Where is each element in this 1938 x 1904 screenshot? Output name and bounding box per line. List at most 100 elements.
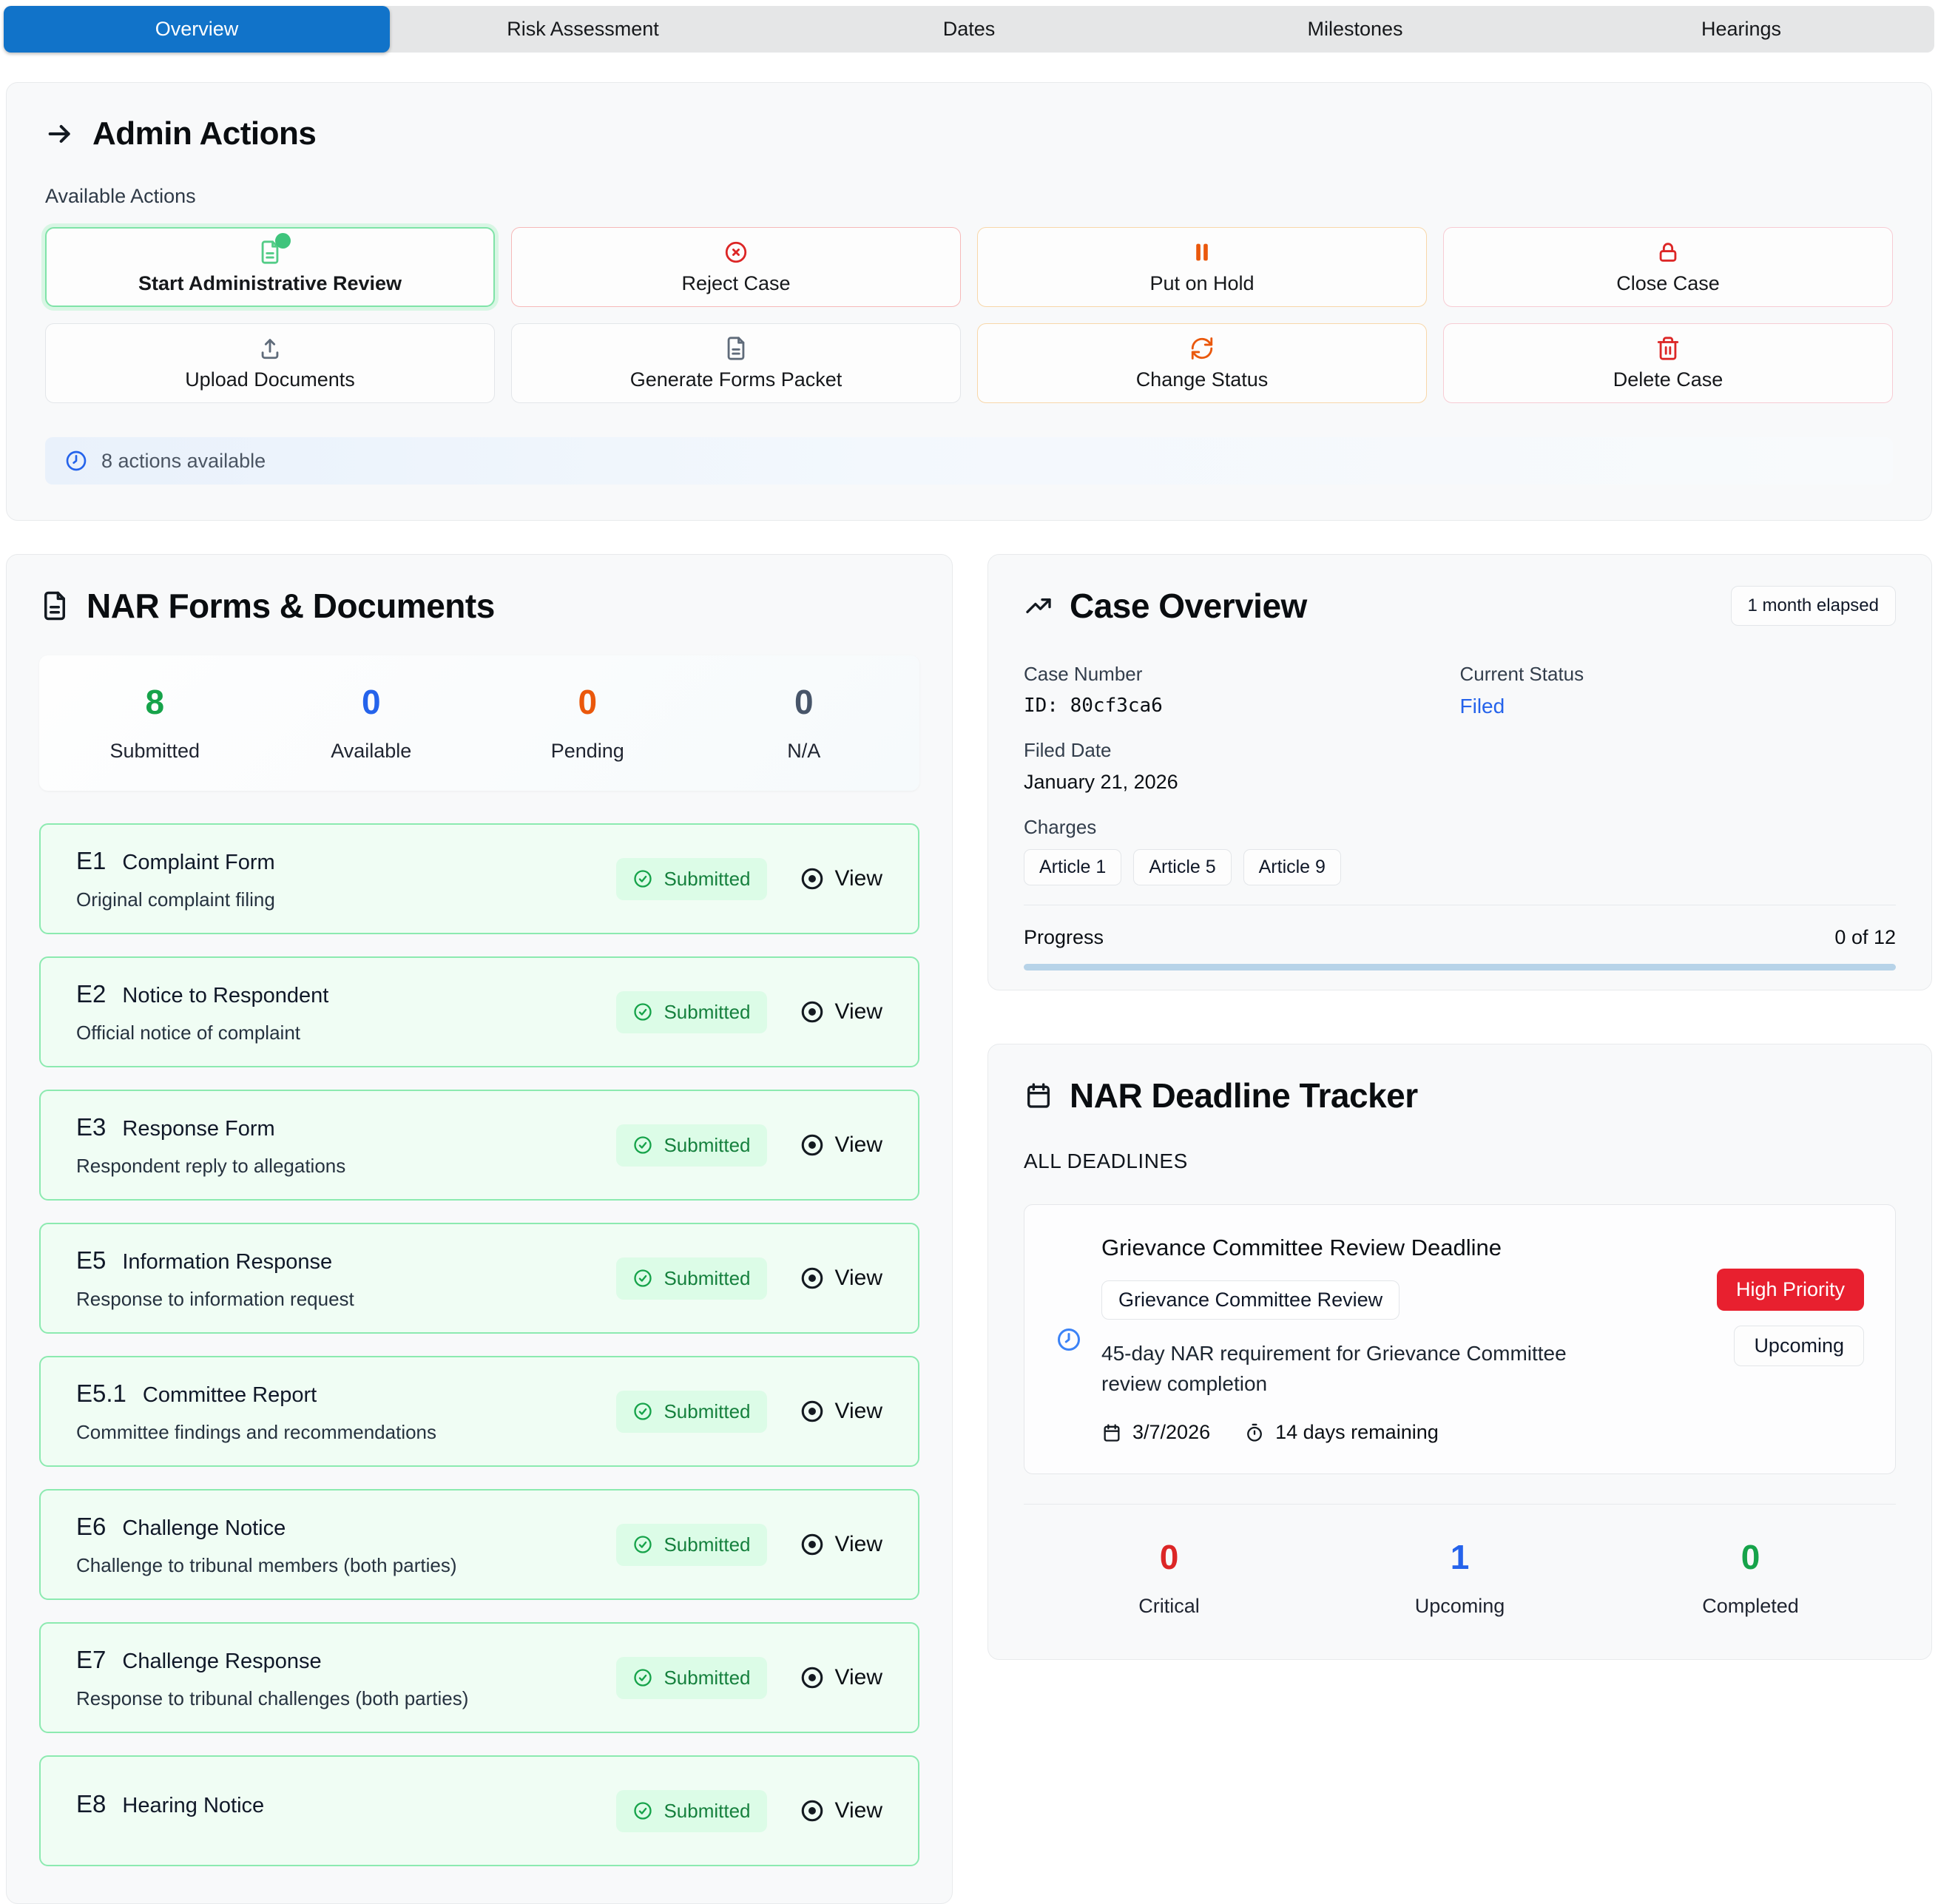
available-actions-label: Available Actions	[45, 185, 196, 207]
submitted-badge: Submitted	[616, 1789, 767, 1832]
reject-case-button[interactable]: Reject Case	[511, 227, 961, 307]
calendar-icon	[1104, 1424, 1120, 1442]
case-number-field: Case Number ID: 80cf3ca6	[1024, 663, 1460, 718]
eye-icon	[801, 1533, 823, 1556]
charges-field: Charges Article 1 Article 5 Article 9	[1024, 816, 1896, 885]
progress-bar	[1024, 964, 1896, 970]
eye-icon	[801, 868, 823, 890]
view-button[interactable]: View	[800, 1132, 882, 1158]
nar-forms-panel: NAR Forms & Documents 8 Submitted 0 Avai…	[6, 554, 953, 1904]
lock-icon	[1655, 240, 1681, 265]
form-row-e7: E7 Challenge Response Response to tribuna…	[39, 1622, 919, 1733]
form-info: E2 Notice to Respondent Official notice o…	[76, 979, 329, 1044]
status-badge: Filed	[1459, 695, 1505, 718]
change-status-button[interactable]: Change Status	[977, 323, 1427, 403]
arrow-right-icon	[48, 125, 70, 143]
form-list: E1 Complaint Form Original complaint fili…	[39, 823, 919, 1866]
admin-actions-title: Admin Actions	[92, 115, 317, 152]
submitted-badge: Submitted	[616, 990, 767, 1033]
view-button[interactable]: View	[800, 999, 882, 1024]
check-circle-icon	[634, 1003, 652, 1021]
file-check-icon	[257, 232, 291, 265]
submitted-badge: Submitted	[616, 1656, 767, 1699]
calendar-icon	[1027, 1083, 1050, 1108]
check-circle-icon	[634, 1269, 652, 1287]
submitted-badge: Submitted	[616, 1124, 767, 1167]
deadline-description: 45-day NAR requirement for Grievance Com…	[1101, 1342, 1567, 1395]
stat-na: 0 N/A	[787, 683, 821, 762]
eye-icon	[801, 1001, 823, 1023]
submitted-badge: Submitted	[616, 1523, 767, 1566]
high-priority-badge: High Priority	[1716, 1269, 1864, 1311]
upload-documents-button[interactable]: Upload Documents	[45, 323, 495, 403]
elapsed-badge: 1 month elapsed	[1730, 586, 1896, 626]
actions-grid: Start Administrative Review Reject Case …	[45, 227, 1893, 403]
deadline-tracker-title: NAR Deadline Tracker	[1070, 1076, 1418, 1115]
notification-dot	[275, 232, 291, 249]
form-row-e1: E1 Complaint Form Original complaint fili…	[39, 823, 919, 934]
tab-overview[interactable]: Overview	[4, 6, 390, 53]
charge-chip: Article 5	[1133, 849, 1232, 885]
put-on-hold-button[interactable]: Put on Hold	[977, 227, 1427, 307]
deadline-stats: 0 Critical 1 Upcoming 0 Completed	[1024, 1504, 1896, 1659]
main-content: NAR Forms & Documents 8 Submitted 0 Avai…	[6, 554, 1932, 1904]
eye-icon	[801, 1134, 823, 1156]
deadline-tracker-panel: NAR Deadline Tracker ALL DEADLINES Griev…	[987, 1044, 1932, 1661]
upload-icon	[257, 336, 283, 361]
form-info: E5 Information Response Response to infor…	[76, 1246, 354, 1310]
eye-icon	[801, 1800, 823, 1822]
tab-hearings[interactable]: Hearings	[1548, 6, 1934, 53]
deadline-title: Grievance Committee Review Deadline	[1101, 1235, 1502, 1260]
form-row-e6: E6 Challenge Notice Challenge to tribunal…	[39, 1489, 919, 1600]
nar-forms-title: NAR Forms & Documents	[87, 587, 495, 625]
case-overview-panel: Case Overview 1 month elapsed Case Numbe…	[987, 554, 1932, 990]
right-column: Case Overview 1 month elapsed Case Numbe…	[987, 554, 1932, 1661]
form-info: E5.1 Committee Report Committee findings …	[76, 1379, 437, 1443]
stat-completed: 0 Completed	[1702, 1538, 1799, 1618]
form-row-e8: E8 Hearing Notice Submitted View	[39, 1755, 919, 1866]
form-info: E7 Challenge Response Response to tribuna…	[76, 1645, 469, 1709]
stat-upcoming: 1 Upcoming	[1414, 1538, 1505, 1618]
x-circle-icon	[723, 240, 749, 265]
nar-forms-header: NAR Forms & Documents	[39, 586, 919, 626]
actions-available-bar: 8 actions available	[45, 437, 1893, 485]
generate-forms-packet-button[interactable]: Generate Forms Packet	[511, 323, 961, 403]
refresh-icon	[1189, 336, 1215, 361]
stat-submitted: 8 Submitted	[109, 683, 200, 762]
form-info: E6 Challenge Notice Challenge to tribunal…	[76, 1512, 457, 1576]
eye-icon	[801, 1667, 823, 1689]
tab-bar: Overview Risk Assessment Dates Milestone…	[4, 6, 1934, 53]
start-administrative-review-button[interactable]: Start Administrative Review	[45, 227, 495, 307]
tab-risk-assessment[interactable]: Risk Assessment	[390, 6, 776, 53]
tab-milestones[interactable]: Milestones	[1162, 6, 1548, 53]
stat-critical: 0 Critical	[1138, 1538, 1200, 1618]
view-button[interactable]: View	[800, 1399, 882, 1424]
tab-dates[interactable]: Dates	[776, 6, 1162, 53]
close-case-button[interactable]: Close Case	[1443, 227, 1893, 307]
view-button[interactable]: View	[800, 1665, 882, 1690]
check-circle-icon	[634, 1802, 652, 1820]
trending-up-icon	[1026, 598, 1051, 613]
view-button[interactable]: View	[800, 1798, 882, 1823]
delete-case-button[interactable]: Delete Case	[1443, 323, 1893, 403]
progress-count: 0 of 12	[1834, 926, 1896, 948]
form-row-e5: E5 Information Response Response to infor…	[39, 1223, 919, 1334]
form-info: E3 Response Form Respondent reply to alle…	[76, 1113, 346, 1177]
view-button[interactable]: View	[800, 866, 882, 891]
timer-icon	[1247, 1423, 1263, 1442]
days-remaining: 14 days remaining	[1244, 1421, 1439, 1444]
stat-available: 0 Available	[331, 683, 412, 762]
deadline-category-chip: Grievance Committee Review	[1101, 1280, 1400, 1320]
due-date: 3/7/2026	[1101, 1421, 1210, 1444]
view-button[interactable]: View	[800, 1266, 882, 1291]
clock-icon	[1056, 1326, 1082, 1353]
case-number-value: ID: 80cf3ca6	[1024, 695, 1163, 717]
view-button[interactable]: View	[800, 1532, 882, 1557]
deadline-card: Grievance Committee Review Deadline Grie…	[1024, 1204, 1896, 1475]
form-row-e2: E2 Notice to Respondent Official notice o…	[39, 956, 919, 1067]
submitted-badge: Submitted	[616, 1257, 767, 1300]
check-circle-icon	[634, 1536, 652, 1553]
actions-available-text: 8 actions available	[101, 449, 266, 472]
admin-actions-panel: Admin Actions Available Actions Start Ad…	[6, 82, 1932, 521]
stat-pending: 0 Pending	[550, 683, 624, 762]
